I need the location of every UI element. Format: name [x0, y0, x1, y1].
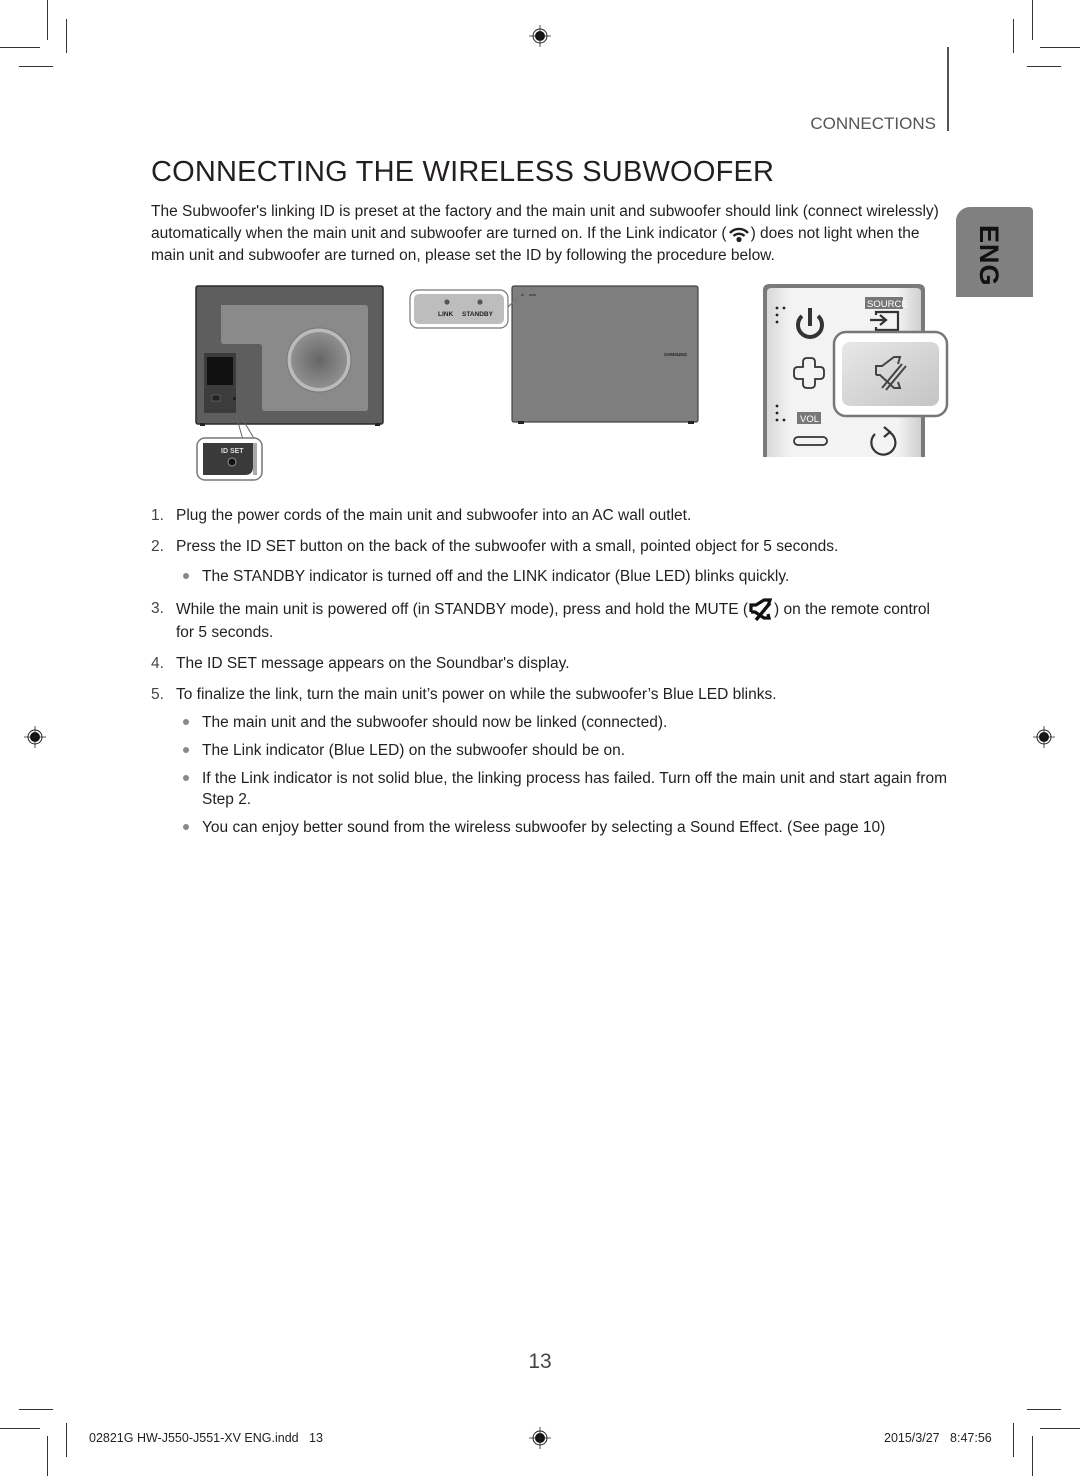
section-label: CONNECTIONS — [810, 114, 936, 133]
bullet-item: You can enjoy better sound from the wire… — [151, 817, 951, 838]
crop-mark — [1040, 47, 1080, 48]
registration-mark-icon — [1033, 726, 1055, 748]
bullet-text: The main unit and the subwoofer should n… — [202, 714, 668, 731]
footer-timestamp: 2015/3/27 8:47:56 — [884, 1431, 992, 1445]
registration-mark-icon — [24, 726, 46, 748]
step-text: While the main unit is powered off (in S… — [176, 601, 749, 619]
intro-paragraph: The Subwoofer's linking ID is preset at … — [151, 201, 951, 267]
link-indicator-label: LINK — [438, 311, 453, 318]
crop-mark — [19, 1409, 53, 1410]
step-number: 2. — [151, 538, 164, 555]
step-number: 1. — [151, 507, 164, 524]
bullet-dot — [183, 719, 189, 725]
crop-mark — [1027, 66, 1061, 67]
crop-mark — [19, 66, 53, 67]
step-text: The ID SET message appears on the Soundb… — [176, 655, 570, 672]
step-1: 1. Plug the power cords of the main unit… — [151, 505, 951, 526]
registration-mark-icon — [529, 25, 551, 47]
step-text: To finalize the link, turn the main unit… — [176, 686, 777, 703]
language-tab-label: ENG — [974, 225, 1004, 287]
crop-mark — [47, 0, 48, 40]
crop-mark — [1013, 19, 1014, 53]
subwoofer-back-figure: ID SET — [195, 285, 384, 481]
step-number: 3. — [151, 600, 164, 617]
bullet-text: The Link indicator (Blue LED) on the sub… — [202, 742, 626, 759]
crop-mark — [0, 1428, 40, 1429]
footer-file-info: 02821G HW-J550-J551-XV ENG.indd 13 — [89, 1431, 323, 1445]
step-text: Plug the power cords of the main unit an… — [176, 507, 692, 524]
step-number: 5. — [151, 686, 164, 703]
subwoofer-front-figure: SAMSUNG LINK STANDBY — [409, 285, 699, 424]
bullet-item: The STANDBY indicator is turned off and … — [151, 566, 951, 587]
crop-mark — [1032, 0, 1033, 40]
bullet-text: You can enjoy better sound from the wire… — [202, 819, 886, 836]
section-divider — [947, 47, 949, 131]
language-tab: ENG — [956, 207, 1033, 297]
remote-control-figure: SOURCE VOL — [763, 284, 949, 457]
crop-mark — [1032, 1436, 1033, 1476]
crop-mark — [1027, 1409, 1061, 1410]
bullet-dot — [183, 573, 189, 579]
brand-logo: SAMSUNG — [664, 352, 688, 357]
vol-label: VOL — [800, 414, 819, 425]
bullet-dot — [183, 775, 189, 781]
crop-mark — [1013, 1423, 1014, 1457]
step-5: 5. To finalize the link, turn the main u… — [151, 684, 951, 705]
page-number: 13 — [528, 1350, 552, 1373]
crop-mark — [66, 19, 67, 53]
step-text: Press the ID SET button on the back of t… — [176, 538, 839, 555]
procedure-list: 1. Plug the power cords of the main unit… — [151, 505, 951, 845]
crop-mark — [1040, 1428, 1080, 1429]
bullet-text: The STANDBY indicator is turned off and … — [202, 568, 790, 585]
standby-indicator-label: STANDBY — [462, 311, 494, 318]
mute-icon — [749, 598, 773, 622]
link-wifi-icon — [728, 227, 749, 243]
bullet-item: The Link indicator (Blue LED) on the sub… — [151, 740, 951, 761]
bullet-item: If the Link indicator is not solid blue,… — [151, 768, 951, 810]
registration-mark-icon — [529, 1427, 551, 1449]
page-title: CONNECTING THE WIRELESS SUBWOOFER — [151, 156, 775, 188]
bullet-dot — [183, 747, 189, 753]
bullet-dot — [183, 824, 189, 830]
source-label: SOURCE — [867, 299, 908, 310]
step-4: 4. The ID SET message appears on the Sou… — [151, 653, 951, 674]
crop-mark — [66, 1423, 67, 1457]
bullet-item: The main unit and the subwoofer should n… — [151, 712, 951, 733]
step-2: 2. Press the ID SET button on the back o… — [151, 536, 951, 557]
step-number: 4. — [151, 655, 164, 672]
bullet-text: If the Link indicator is not solid blue,… — [202, 770, 947, 808]
crop-mark — [0, 47, 40, 48]
id-set-label: ID SET — [221, 448, 244, 455]
crop-mark — [47, 1436, 48, 1476]
step-3: 3. While the main unit is powered off (i… — [151, 598, 951, 643]
